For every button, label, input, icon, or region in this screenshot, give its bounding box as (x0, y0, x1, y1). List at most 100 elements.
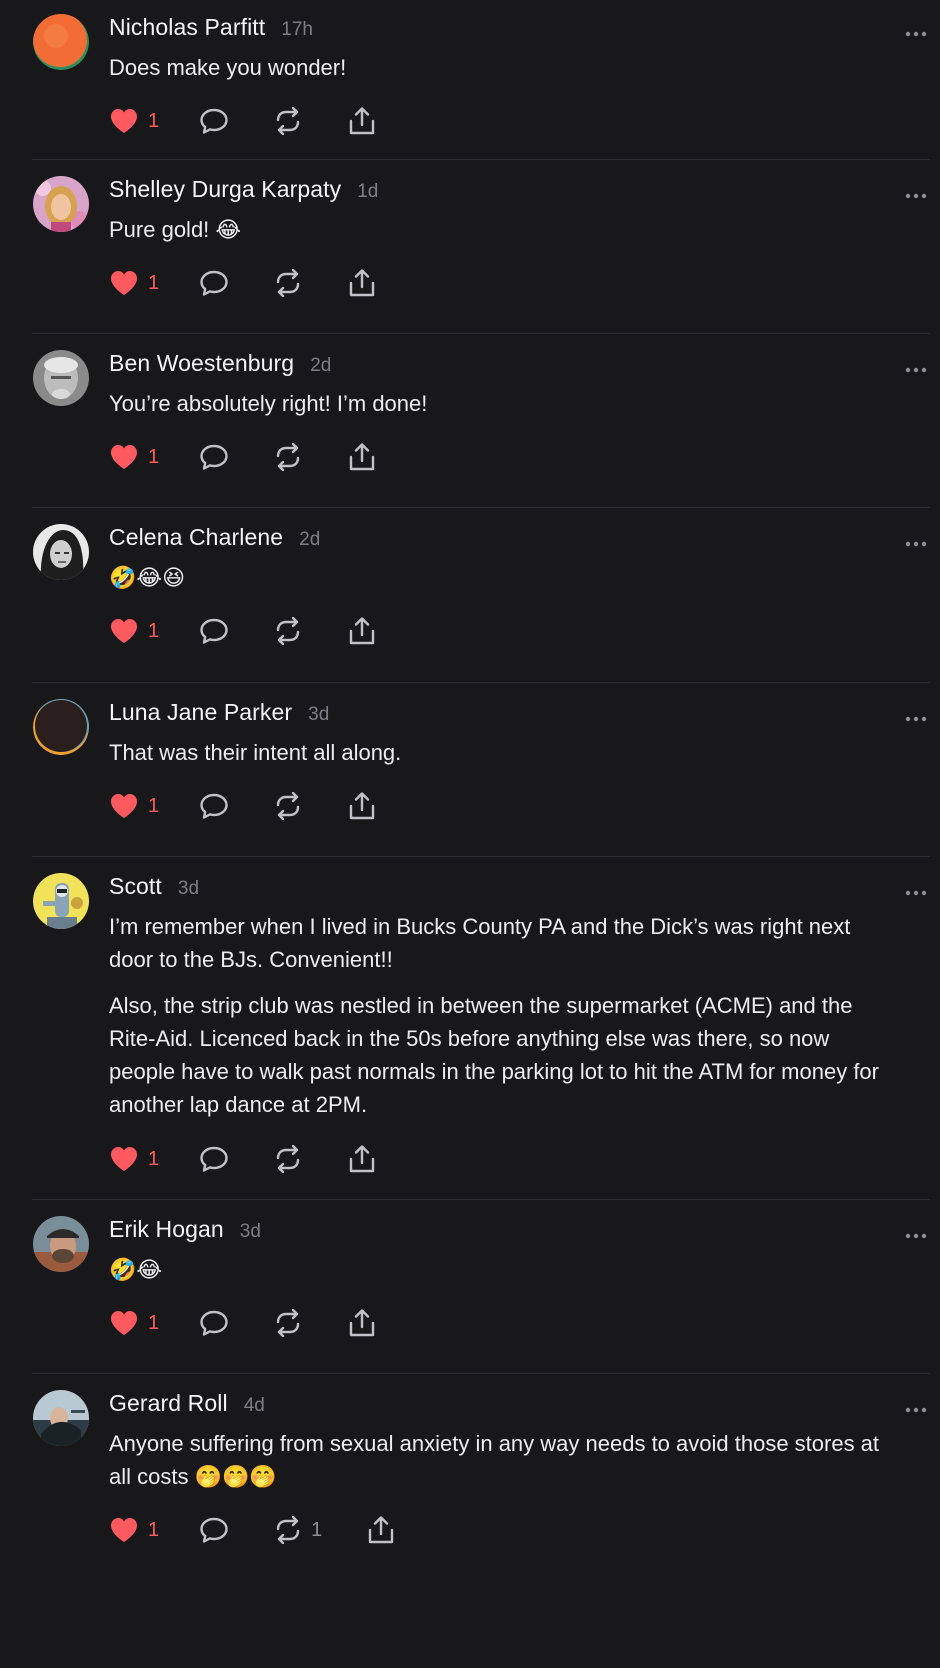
author-name[interactable]: Gerard Roll (109, 1390, 228, 1417)
more-options-icon[interactable] (904, 536, 928, 547)
like-count: 1 (148, 445, 160, 468)
comment-text: 🤣😂😆 (109, 565, 186, 590)
like-count: 1 (148, 109, 160, 132)
action-bar: 1 (109, 267, 900, 299)
comment-text: 🤣😂 (109, 1257, 163, 1282)
repost-button[interactable] (273, 1309, 303, 1337)
like-button[interactable]: 1 (109, 1145, 159, 1173)
share-button[interactable] (347, 106, 377, 136)
reply-button[interactable] (199, 443, 229, 471)
like-button[interactable]: 1 (109, 107, 159, 135)
repost-button[interactable]: 1 (273, 1516, 322, 1544)
timestamp: 3d (177, 878, 200, 899)
share-button[interactable] (347, 616, 377, 646)
repost-button[interactable] (273, 443, 303, 471)
repost-count: 1 (311, 1518, 323, 1541)
share-button[interactable] (347, 791, 377, 821)
heart-icon (109, 792, 139, 820)
avatar[interactable] (33, 699, 89, 755)
more-options-icon[interactable] (904, 26, 928, 37)
like-count: 1 (148, 1518, 160, 1541)
comment-text: I’m remember when I lived in Bucks Count… (109, 914, 857, 972)
like-count: 1 (148, 271, 160, 294)
author-name[interactable]: Erik Hogan (109, 1216, 224, 1243)
reply-button[interactable] (199, 792, 229, 820)
speech-bubble-icon (199, 269, 229, 297)
author-name[interactable]: Luna Jane Parker (109, 699, 292, 726)
comment-feed: Nicholas Parfitt 17h Does make you wonder!… (0, 0, 940, 1582)
author-name[interactable]: Nicholas Parfitt (109, 14, 265, 41)
comment: Ben Woestenburg 2d You’re absolutely right… (32, 334, 930, 508)
like-button[interactable]: 1 (109, 443, 159, 471)
speech-bubble-icon (199, 1145, 229, 1173)
comment-text: You’re absolutely right! I’m done! (109, 391, 428, 416)
share-button[interactable] (347, 1308, 377, 1338)
comment-body: Anyone suffering from sexual anxiety in … (109, 1427, 900, 1493)
share-upload-icon (347, 1144, 377, 1174)
action-bar: 1 (109, 1143, 900, 1175)
reply-button[interactable] (199, 107, 229, 135)
more-options-icon[interactable] (904, 711, 928, 722)
more-options-icon[interactable] (904, 1402, 928, 1413)
avatar[interactable] (33, 350, 89, 406)
like-button[interactable]: 1 (109, 269, 159, 297)
action-bar: 1 (109, 441, 900, 473)
avatar[interactable] (33, 14, 89, 70)
more-options-icon[interactable] (904, 885, 928, 896)
like-button[interactable]: 1 (109, 617, 159, 645)
reply-button[interactable] (199, 1309, 229, 1337)
author-name[interactable]: Scott (109, 873, 162, 900)
avatar[interactable] (33, 176, 89, 232)
share-button[interactable] (366, 1515, 396, 1545)
repost-arrows-icon (273, 617, 303, 645)
avatar[interactable] (33, 1390, 89, 1446)
avatar[interactable] (33, 873, 89, 929)
comment: Gerard Roll 4d Anyone suffering from sexua… (32, 1374, 930, 1582)
comment: Luna Jane Parker 3d That was their intent … (32, 683, 930, 857)
comment: Nicholas Parfitt 17h Does make you wonder!… (32, 0, 930, 160)
comment-body: I’m remember when I lived in Bucks Count… (109, 910, 900, 1121)
repost-button[interactable] (273, 269, 303, 297)
reply-button[interactable] (199, 269, 229, 297)
more-options-icon[interactable] (904, 362, 928, 373)
repost-button[interactable] (273, 1145, 303, 1173)
avatar[interactable] (33, 524, 89, 580)
avatar[interactable] (33, 1216, 89, 1272)
reply-button[interactable] (199, 617, 229, 645)
share-upload-icon (347, 106, 377, 136)
like-count: 1 (148, 1147, 160, 1170)
repost-button[interactable] (273, 107, 303, 135)
speech-bubble-icon (199, 107, 229, 135)
like-button[interactable]: 1 (109, 792, 159, 820)
author-name[interactable]: Ben Woestenburg (109, 350, 294, 377)
repost-arrows-icon (273, 107, 303, 135)
reply-button[interactable] (199, 1516, 229, 1544)
action-bar: 1 (109, 615, 900, 647)
timestamp: 2d (299, 529, 321, 550)
like-count: 1 (148, 794, 160, 817)
timestamp: 2d (310, 355, 332, 376)
share-upload-icon (347, 442, 377, 472)
repost-arrows-icon (273, 443, 303, 471)
share-button[interactable] (347, 442, 377, 472)
comment-body: That was their intent all along. (109, 736, 900, 769)
heart-icon (109, 443, 139, 471)
share-upload-icon (347, 616, 377, 646)
like-button[interactable]: 1 (109, 1309, 159, 1337)
share-upload-icon (347, 1308, 377, 1338)
comment-text: Pure gold! 😂 (109, 217, 242, 242)
share-button[interactable] (347, 1144, 377, 1174)
share-button[interactable] (347, 268, 377, 298)
like-button[interactable]: 1 (109, 1516, 159, 1544)
more-options-icon[interactable] (904, 1228, 928, 1239)
reply-button[interactable] (199, 1145, 229, 1173)
repost-arrows-icon (273, 792, 303, 820)
comment-body: You’re absolutely right! I’m done! (109, 387, 900, 420)
comment: Scott 3d I’m remember when I lived in Buck… (32, 857, 930, 1200)
repost-button[interactable] (273, 792, 303, 820)
repost-button[interactable] (273, 617, 303, 645)
author-name[interactable]: Shelley Durga Karpaty (109, 176, 341, 203)
more-options-icon[interactable] (904, 188, 928, 199)
speech-bubble-icon (199, 792, 229, 820)
author-name[interactable]: Celena Charlene (109, 524, 283, 551)
